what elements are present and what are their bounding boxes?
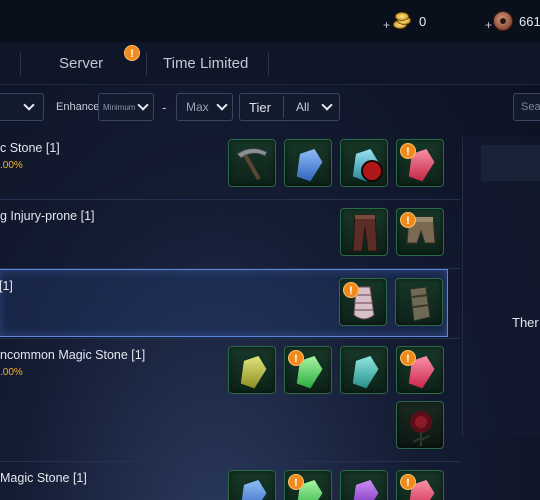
red-magic-stone-slot[interactable]: !	[396, 346, 444, 394]
tab-divider	[146, 52, 147, 76]
gold-coins-icon	[391, 11, 413, 31]
alert-icon: !	[400, 212, 416, 228]
teal-magic-stone-slot[interactable]	[340, 346, 388, 394]
chevron-down-icon	[321, 99, 333, 111]
detail-panel: Ther	[462, 131, 540, 500]
enhance-max-value: Max	[186, 100, 209, 114]
tab-server[interactable]: Server	[59, 55, 103, 72]
tier-filter[interactable]: Tier All	[239, 93, 340, 121]
category-dropdown[interactable]	[0, 93, 44, 121]
pants-slot[interactable]	[340, 208, 388, 256]
detail-header	[481, 145, 540, 181]
top-bar: + 0 + 661	[0, 0, 540, 42]
list-item[interactable]: Magic Stone [1] ! !	[0, 462, 460, 500]
pants-icon	[352, 214, 378, 252]
alert-icon: !	[400, 474, 416, 490]
detail-text: Ther	[512, 315, 539, 330]
alert-icon: !	[400, 350, 416, 366]
alert-icon: !	[288, 474, 304, 490]
server-alert-icon: !	[124, 45, 140, 61]
bronze-coin-icon	[493, 11, 514, 31]
chevron-down-icon	[137, 99, 149, 111]
bronze-currency[interactable]: + 661	[485, 10, 540, 32]
green-magic-stone-slot[interactable]: !	[284, 346, 332, 394]
purple-magic-stone-slot[interactable]	[340, 470, 388, 500]
bracer-icon	[409, 286, 431, 322]
search-placeholder: Sea	[521, 101, 540, 113]
item-title: ncommon Magic Stone [1]	[0, 348, 146, 362]
enhance-max-dropdown[interactable]: Max	[176, 93, 233, 121]
list-item[interactable]: g Injury-prone [1] !	[0, 200, 460, 268]
item-title: [1]	[0, 279, 13, 293]
blue-magic-stone-icon	[236, 476, 269, 500]
list-item-selected[interactable]: [1] !	[0, 269, 448, 337]
range-dash: -	[162, 100, 167, 115]
alert-icon: !	[288, 350, 304, 366]
item-percent: .00%	[0, 160, 23, 171]
detail-card	[462, 137, 540, 437]
enhance-label: Enhance	[56, 101, 100, 113]
list-item[interactable]: c Stone [1] .00% !	[0, 131, 460, 199]
red-magic-stone-slot[interactable]: !	[396, 470, 444, 500]
blue-magic-stone-slot[interactable]	[284, 139, 332, 187]
red-seal-icon	[361, 160, 383, 182]
enhance-min-placeholder: Minimum	[103, 102, 136, 112]
tab-time-limited[interactable]: Time Limited	[163, 55, 248, 72]
tab-divider	[20, 52, 21, 76]
yellow-magic-stone-slot[interactable]	[228, 346, 276, 394]
alert-icon: !	[400, 143, 416, 159]
rose-slot[interactable]	[396, 401, 444, 449]
alert-icon: !	[343, 282, 359, 298]
bronze-amount: 661	[519, 13, 540, 29]
item-title: g Injury-prone [1]	[0, 209, 95, 223]
bracer-slot[interactable]	[395, 278, 443, 326]
tab-bar: Server ! Time Limited	[0, 42, 540, 85]
gold-amount: 0	[419, 13, 427, 29]
chevron-down-icon	[216, 99, 228, 111]
shorts-slot[interactable]: !	[396, 208, 444, 256]
yellow-magic-stone-icon	[236, 352, 269, 390]
search-input[interactable]: Sea	[513, 93, 540, 121]
list-item[interactable]: ncommon Magic Stone [1] .00% ! !	[0, 339, 460, 461]
teal-magic-stone-slot[interactable]	[340, 139, 388, 187]
red-magic-stone-slot[interactable]: !	[396, 139, 444, 187]
blue-magic-stone-slot[interactable]	[228, 470, 276, 500]
teal-magic-stone-icon	[348, 352, 381, 390]
purple-magic-stone-icon	[348, 476, 381, 500]
gauntlet-slot[interactable]: !	[339, 278, 387, 326]
green-magic-stone-slot[interactable]: !	[284, 470, 332, 500]
dark-rose-icon	[410, 411, 432, 446]
item-title: Magic Stone [1]	[0, 471, 87, 485]
tier-divider	[283, 96, 284, 118]
blue-magic-stone-icon	[292, 145, 325, 183]
filter-bar: Enhance Minimum - Max Tier All Sea	[0, 86, 540, 130]
pickaxe-icon	[236, 148, 268, 180]
add-bronze-button[interactable]: +	[485, 18, 492, 32]
chevron-down-icon	[23, 99, 35, 111]
add-gold-button[interactable]: +	[383, 18, 390, 32]
tier-label: Tier	[249, 99, 271, 115]
tier-value: All	[296, 100, 310, 114]
item-percent: .00%	[0, 367, 23, 378]
item-list: c Stone [1] .00% ! g Injury-prone [1] ! …	[0, 131, 460, 500]
item-title: c Stone [1]	[0, 141, 60, 155]
tab-divider	[268, 52, 269, 76]
pickaxe-slot[interactable]	[228, 139, 276, 187]
enhance-min-dropdown[interactable]: Minimum	[98, 93, 154, 121]
gold-currency[interactable]: + 0	[383, 10, 426, 32]
